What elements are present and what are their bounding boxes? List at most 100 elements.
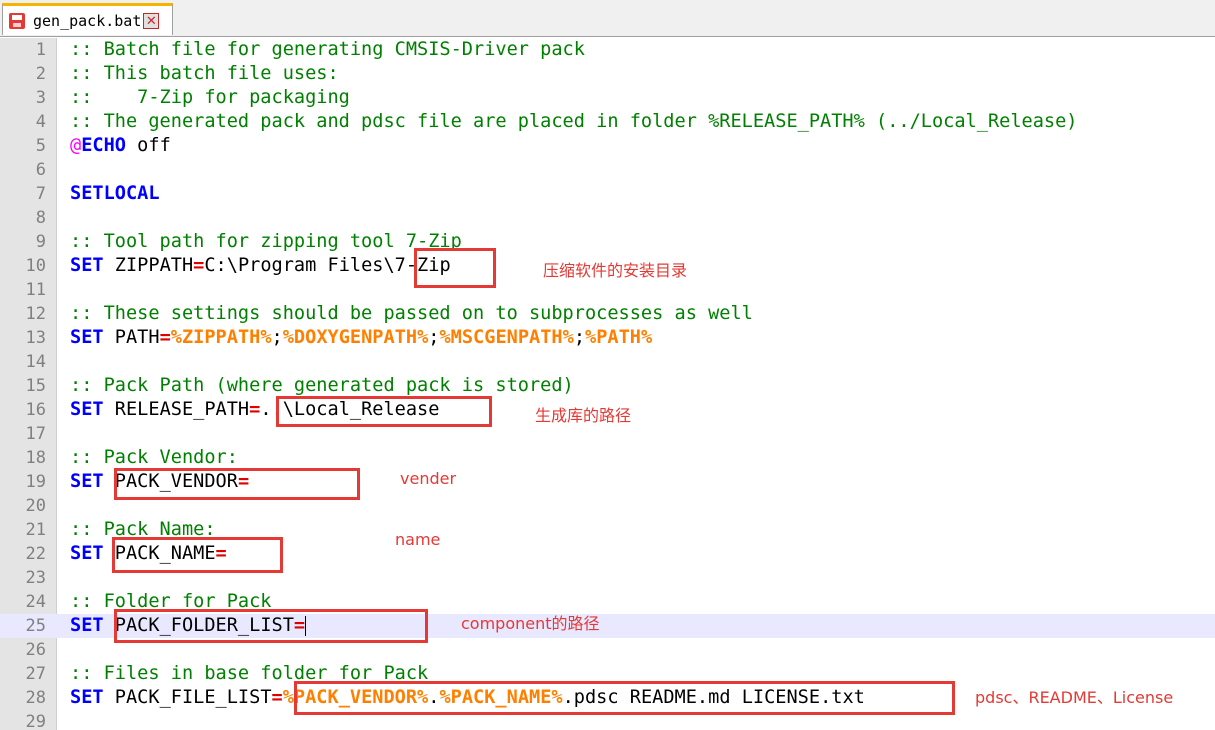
annotation-box-zippath: [414, 248, 496, 288]
code-token: ;: [271, 327, 283, 348]
tab-label: gen_pack.bat: [33, 11, 142, 30]
code-token: SET: [70, 615, 104, 636]
line-number: 25: [25, 616, 46, 636]
code-line[interactable]: 18:: Pack Vendor:: [0, 446, 1215, 470]
line-number: 14: [25, 352, 46, 372]
code-line[interactable]: 12:: These settings should be passed on …: [0, 302, 1215, 326]
code-text: SETLOCAL: [70, 182, 160, 206]
annotation-release-path: 生成库的路径: [535, 406, 632, 425]
code-line[interactable]: 7 SETLOCAL: [0, 182, 1215, 206]
annotation-box-release-path: [276, 396, 492, 427]
code-line[interactable]: 6: [0, 158, 1215, 182]
line-number: 12: [25, 304, 46, 324]
line-number: 29: [25, 712, 46, 730]
code-line[interactable]: 9:: Tool path for zipping tool 7-Zip: [0, 230, 1215, 254]
code-text: :: The generated pack and pdsc file are …: [70, 110, 1078, 134]
close-icon[interactable]: ✕: [143, 12, 160, 29]
code-token: :: 7-Zip for packaging: [70, 87, 350, 108]
code-token: :: These settings should be passed on to…: [70, 303, 753, 324]
line-number: 19: [25, 472, 46, 492]
tab-bar: gen_pack.bat ✕: [0, 0, 1215, 37]
line-number: 23: [25, 568, 46, 588]
line-number: 26: [25, 640, 46, 660]
line-number: 13: [25, 328, 46, 348]
code-token: %ZIPPATH%: [170, 327, 272, 348]
code-text: :: Pack Path (where generated pack is st…: [70, 374, 574, 398]
code-token: %MSCGENPATH%: [439, 327, 574, 348]
annotation-box-folder-list: [114, 609, 428, 643]
code-token: =: [271, 687, 283, 708]
line-number: 21: [25, 520, 46, 540]
code-token: :: Tool path for zipping tool 7-Zip: [70, 231, 462, 252]
tab-gen-pack[interactable]: gen_pack.bat ✕: [2, 3, 173, 35]
code-token: PACK_FILE_LIST: [103, 687, 272, 708]
annotation-zippath: 压缩软件的安装目录: [543, 261, 688, 280]
code-token: SET: [70, 327, 104, 348]
code-token: :: Batch file for generating CMSIS-Drive…: [70, 39, 585, 60]
code-token: SET: [70, 687, 104, 708]
code-token: SET: [70, 255, 104, 276]
code-token: ZIPPATH: [103, 255, 194, 276]
annotation-name: name: [395, 530, 441, 549]
code-token: =: [249, 399, 261, 420]
annotation-vendor: vender: [400, 469, 457, 488]
code-token: off: [125, 135, 171, 156]
code-text: :: Tool path for zipping tool 7-Zip: [70, 230, 462, 254]
code-token: SET: [70, 471, 104, 492]
code-line[interactable]: 15:: Pack Path (where generated pack is …: [0, 374, 1215, 398]
line-number: 4: [35, 112, 46, 132]
code-text: SET ZIPPATH=C:\Program Files\7-Zip: [70, 254, 451, 278]
code-line[interactable]: 2:: This batch file uses:: [0, 62, 1215, 86]
code-editor[interactable]: 1:: Batch file for generating CMSIS-Driv…: [0, 38, 1215, 730]
line-number: 7: [35, 184, 46, 204]
annotation-file-list: pdsc、README、License: [975, 688, 1174, 707]
annotation-folder-list: component的路径: [461, 614, 600, 633]
line-number: 24: [25, 592, 46, 612]
line-number: 15: [25, 376, 46, 396]
code-token: SET: [70, 543, 104, 564]
line-number: 20: [25, 496, 46, 516]
line-number: 28: [25, 688, 46, 708]
code-token: @: [70, 135, 82, 156]
code-token: ECHO: [81, 135, 126, 156]
code-token: ;: [428, 327, 440, 348]
save-icon: [9, 12, 25, 29]
code-text: SET PATH=%ZIPPATH%;%DOXYGENPATH%;%MSCGEN…: [70, 326, 652, 350]
code-line[interactable]: 4:: The generated pack and pdsc file are…: [0, 110, 1215, 134]
line-number: 6: [35, 160, 46, 180]
code-token: :: The generated pack and pdsc file are …: [70, 111, 1078, 132]
code-line[interactable]: 5 @ECHO off: [0, 134, 1215, 158]
code-token: :: Pack Vendor:: [70, 447, 238, 468]
code-text: :: 7-Zip for packaging: [70, 86, 350, 110]
code-line[interactable]: 8: [0, 206, 1215, 230]
code-line[interactable]: 3:: 7-Zip for packaging: [0, 86, 1215, 110]
annotation-box-name: [112, 537, 283, 573]
code-token: =: [159, 327, 171, 348]
line-number: 3: [35, 88, 46, 108]
code-token: SET: [70, 399, 104, 420]
code-text: :: These settings should be passed on to…: [70, 302, 753, 326]
code-token: :: Pack Path (where generated pack is st…: [70, 375, 574, 396]
line-number: 11: [25, 280, 46, 300]
code-text: :: Pack Vendor:: [70, 446, 238, 470]
line-number: 27: [25, 664, 46, 684]
code-token: ;: [573, 327, 586, 348]
code-text: :: This batch file uses:: [70, 62, 339, 86]
code-line[interactable]: 14: [0, 350, 1215, 374]
code-text: :: Batch file for generating CMSIS-Drive…: [70, 38, 585, 62]
line-number: 10: [25, 256, 46, 276]
annotation-box-file-list: [294, 681, 955, 715]
code-token: RELEASE_PATH: [103, 399, 250, 420]
code-line[interactable]: 13 SET PATH=%ZIPPATH%;%DOXYGENPATH%;%MSCG…: [0, 326, 1215, 350]
annotation-box-vendor: [114, 468, 360, 500]
code-token: SETLOCAL: [70, 183, 160, 204]
code-line[interactable]: 1:: Batch file for generating CMSIS-Driv…: [0, 38, 1215, 62]
code-token: %DOXYGENPATH%: [282, 327, 429, 348]
line-number: 8: [35, 208, 46, 228]
line-number: 16: [25, 400, 46, 420]
code-token: =: [193, 255, 205, 276]
code-line[interactable]: 11: [0, 278, 1215, 302]
code-text: @ECHO off: [70, 134, 171, 158]
line-number: 5: [35, 136, 46, 156]
line-number: 17: [25, 424, 46, 444]
